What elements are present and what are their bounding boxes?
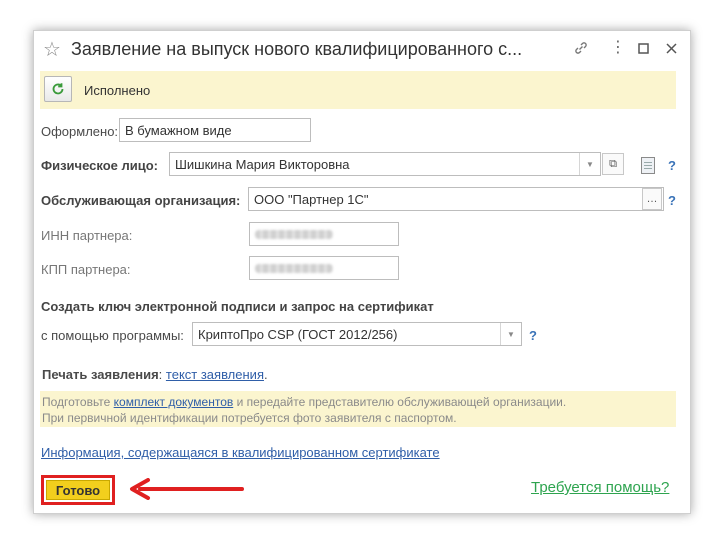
org-help-icon[interactable]: ? [668,193,676,208]
maximize-icon[interactable] [638,41,649,58]
person-value: Шишкина Мария Викторовна [175,157,350,172]
link-icon[interactable] [573,40,589,60]
program-help-icon[interactable]: ? [529,328,537,343]
close-icon[interactable] [666,41,677,58]
refresh-icon [52,83,64,95]
inn-field [249,222,399,246]
note-line-1: Подготовьте комплект документов и переда… [42,395,566,409]
org-label: Обслуживающая организация: [41,193,241,208]
org-select-button[interactable]: … [642,188,662,210]
refresh-button[interactable] [44,76,72,102]
org-field[interactable]: ООО "Партнер 1С" [248,187,664,211]
blurred-value [255,264,333,273]
info-note: Подготовьте комплект документов и переда… [40,391,676,427]
person-help-icon[interactable]: ? [668,158,676,173]
oformleno-field[interactable]: В бумажном виде [119,118,311,142]
note-text: и передайте представителю обслуживающей … [233,395,567,409]
more-icon[interactable]: ⋮ [610,37,626,57]
print-row: Печать заявления: текст заявления. [42,367,268,382]
dialog-window: ☆ Заявление на выпуск нового квалифициро… [33,30,691,514]
print-statement-link[interactable]: текст заявления [166,367,264,382]
note-line-2: При первичной идентификации потребуется … [42,411,457,425]
ready-button[interactable]: Готово [46,480,110,500]
program-select[interactable]: КриптоПро CSP (ГОСТ 2012/256) ▼ [192,322,522,346]
window-title: Заявление на выпуск нового квалифицирова… [71,39,523,59]
person-label: Физическое лицо: [41,158,159,173]
print-colon: : [158,367,166,382]
key-section-title: Создать ключ электронной подписи и запро… [41,299,434,314]
document-icon[interactable] [641,157,655,174]
need-help-link[interactable]: Требуется помощь? [531,479,669,496]
documents-kit-link[interactable]: комплект документов [114,395,234,409]
person-field[interactable]: Шишкина Мария Викторовна ▼ [169,152,601,176]
program-label: с помощью программы: [41,328,184,343]
status-text: Исполнено [84,83,151,98]
inn-label: ИНН партнера: [41,228,133,243]
program-value: КриптоПро CSP (ГОСТ 2012/256) [198,327,398,342]
blurred-value [255,230,333,239]
certificate-info-link[interactable]: Информация, содержащаяся в квалифицирова… [41,445,440,460]
print-dot: . [263,367,268,382]
kpp-label: КПП партнера: [41,262,131,277]
title-bar: ☆ Заявление на выпуск нового квалифициро… [34,31,690,67]
note-text: Подготовьте [42,395,114,409]
chevron-down-icon[interactable]: ▼ [500,323,521,345]
chevron-down-icon[interactable]: ▼ [579,153,600,175]
ready-highlight: Готово [41,475,115,505]
kpp-field [249,256,399,280]
org-value: ООО "Партнер 1С" [254,192,369,207]
arrow-left-icon [130,478,244,500]
ellipsis-icon: … [646,193,658,205]
oformleno-label: Оформлено: [41,124,119,139]
open-window-icon: ⧉ [609,157,617,170]
star-icon[interactable]: ☆ [43,37,61,62]
print-label: Печать заявления [42,367,159,382]
status-banner: Исполнено [40,71,676,109]
open-person-button[interactable]: ⧉ [602,153,624,175]
